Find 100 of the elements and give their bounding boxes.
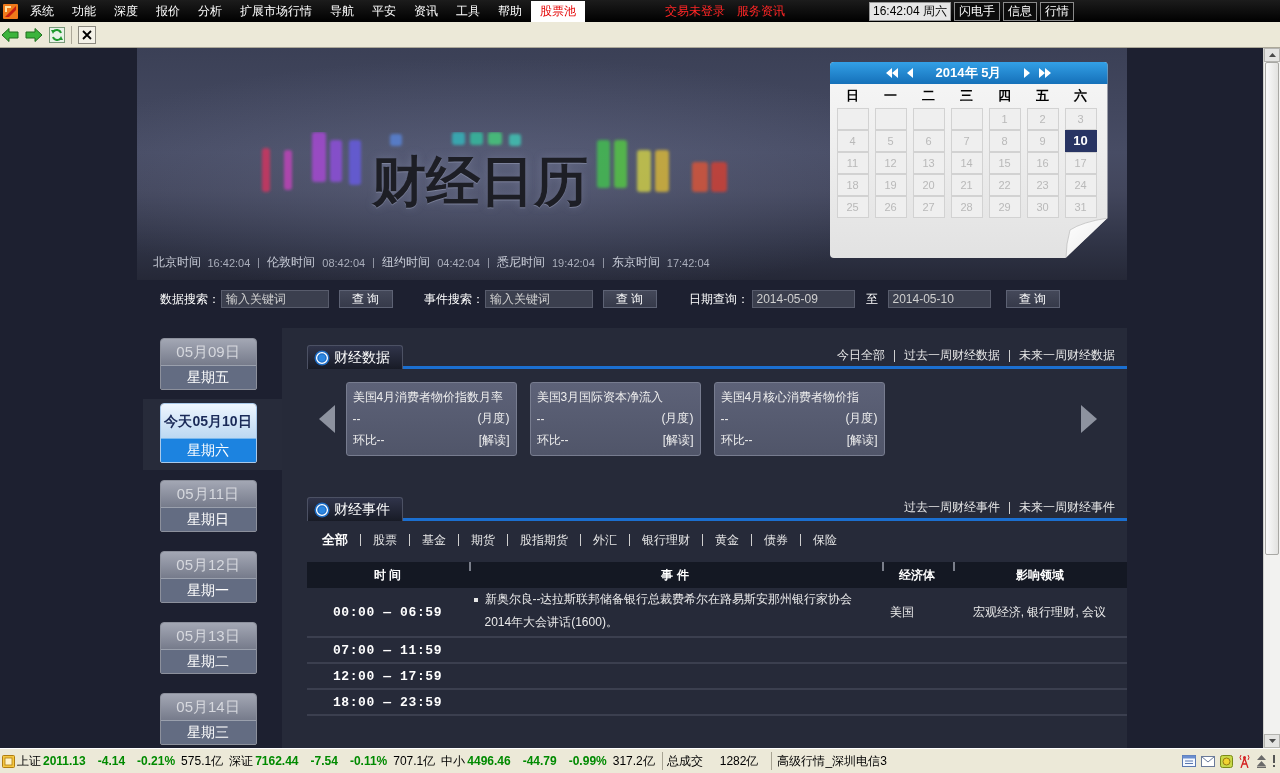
menu-item[interactable]: 股票池 <box>531 0 585 22</box>
menu-item[interactable]: 报价 <box>147 0 189 22</box>
impact-cell-text: 宏观经济, 银行理财, 会议 <box>971 603 1108 621</box>
search-field[interactable]: 输入关键词 <box>484 290 593 308</box>
filter-tab[interactable]: 股票 <box>372 531 397 549</box>
menu-bar-button[interactable]: 信息 <box>1003 1 1038 21</box>
range-separator: 至 <box>865 290 878 308</box>
alert-link[interactable]: 交易未登录 <box>665 2 725 20</box>
filter-tab[interactable]: 银行理财 <box>641 531 690 549</box>
day-tab[interactable]: 05月09日 星期五 <box>159 338 257 390</box>
card-period: (月度) <box>661 410 694 428</box>
double-right-icon[interactable] <box>1039 68 1052 78</box>
search-field[interactable]: 输入关键词 <box>220 290 329 308</box>
search-button[interactable]: 查 询 <box>338 290 393 308</box>
bullet-icon <box>473 598 478 602</box>
city-time: 19:42:04 <box>552 256 595 269</box>
filter-tab[interactable]: 基金 <box>421 531 446 549</box>
clock-display: 16:42:04 周六 <box>869 1 952 21</box>
header-link[interactable]: 未来一周财经数据 <box>1018 347 1115 364</box>
day-tab[interactable]: 05月14日 星期三 <box>159 693 257 745</box>
window-icon[interactable] <box>1182 755 1196 767</box>
date-field[interactable]: 2014-05-09 <box>751 290 855 308</box>
date-field[interactable]: 2014-05-10 <box>887 290 991 308</box>
day-tab[interactable]: 今天05月10日 星期六 <box>159 403 257 463</box>
day-tab[interactable]: 05月11日 星期日 <box>159 480 257 532</box>
card-value: -- <box>536 412 545 426</box>
total-label: 总成交 <box>666 752 703 770</box>
filter-tab[interactable]: 全部 <box>321 531 348 549</box>
forward-arrow-icon[interactable] <box>25 26 43 43</box>
index-change: -7.54 <box>310 754 338 768</box>
menu-item[interactable]: 平安 <box>363 0 405 22</box>
coin-icon[interactable] <box>1220 754 1233 768</box>
header-link[interactable]: 过去一周财经数据 <box>903 347 1000 364</box>
interpret-link[interactable]: [解读] <box>478 431 510 449</box>
card-value: -- <box>352 412 361 426</box>
close-button[interactable] <box>78 25 96 44</box>
time-cell-text: 00:00 — 06:59 <box>331 603 444 622</box>
index-volume: 317.2亿 <box>612 752 655 770</box>
panel-icon[interactable] <box>2 754 15 768</box>
left-arrow-icon[interactable] <box>317 405 336 433</box>
refresh-icon[interactable] <box>49 26 65 43</box>
alert-link[interactable]: 服务资讯 <box>737 2 785 20</box>
menu-bar-button[interactable]: 闪电手 <box>954 1 1001 21</box>
time-cell-text: 12:00 — 17:59 <box>331 667 444 686</box>
menu-item[interactable]: 资讯 <box>405 0 447 22</box>
menu-item[interactable]: 帮助 <box>489 0 531 22</box>
mail-icon[interactable] <box>1201 755 1215 767</box>
data-card[interactable]: 美国4月消费者物价指数月率 -- (月度) 环比-- [解读] <box>345 382 517 456</box>
city-time: 17:42:04 <box>666 256 710 269</box>
column-header: 经济体 <box>881 562 953 588</box>
search-button[interactable]: 查 询 <box>602 290 657 308</box>
exclamation-icon[interactable] <box>1272 755 1276 767</box>
caret-up-icon <box>1268 53 1276 57</box>
data-card[interactable]: 美国4月核心消费者物价指 -- (月度) 环比-- [解读] <box>713 382 885 456</box>
weekday-label: 五 <box>1035 87 1050 105</box>
weekday-label: 六 <box>1073 87 1088 105</box>
empty-day-cell <box>912 108 945 130</box>
interpret-link[interactable]: [解读] <box>846 431 878 449</box>
event-text: 新奥尔良--达拉斯联邦储备银行总裁费希尔在路易斯安那州银行家协会2014年大会讲话(1600)。 <box>484 591 854 631</box>
radio-icon <box>313 501 330 518</box>
day-tab[interactable]: 05月13日 星期二 <box>159 622 257 674</box>
scroll-down-button[interactable] <box>1264 734 1280 748</box>
search-button[interactable]: 查 询 <box>1005 290 1060 308</box>
data-card[interactable]: 美国3月国际资本净流入 -- (月度) 环比-- [解读] <box>529 382 701 456</box>
right-arrow-icon[interactable] <box>1079 405 1098 433</box>
city-label: 北京时间 <box>152 254 201 271</box>
menu-item[interactable]: 深度 <box>105 0 147 22</box>
menu-item[interactable]: 分析 <box>189 0 231 22</box>
filter-tab[interactable]: 股指期货 <box>519 531 568 549</box>
menu-item[interactable]: 导航 <box>321 0 363 22</box>
card-period: (月度) <box>477 410 510 428</box>
calendar-day[interactable]: 10 <box>1064 130 1097 152</box>
header-link[interactable]: 未来一周财经事件 <box>1018 499 1115 516</box>
day-tab[interactable]: 05月12日 星期一 <box>159 551 257 603</box>
interpret-link[interactable]: [解读] <box>662 431 694 449</box>
double-left-icon[interactable] <box>885 68 898 78</box>
double-up-arrow-icon[interactable] <box>1256 754 1267 768</box>
back-arrow-icon[interactable] <box>1 26 19 43</box>
menu-item[interactable]: 工具 <box>447 0 489 22</box>
filter-tab[interactable]: 保险 <box>812 531 837 549</box>
menu-item[interactable]: 功能 <box>63 0 105 22</box>
menu-item[interactable]: 系统 <box>21 0 63 22</box>
filter-tab[interactable]: 黄金 <box>714 531 739 549</box>
antenna-icon[interactable] <box>1238 754 1251 768</box>
header-link[interactable]: 今日全部 <box>836 347 885 364</box>
scroll-up-button[interactable] <box>1264 48 1280 62</box>
index-percent: -0.21% <box>137 754 176 768</box>
menu-bar-button[interactable]: 行情 <box>1040 1 1075 21</box>
server-name: 高级行情_深圳电信3 <box>777 752 887 770</box>
menu-item[interactable]: 扩展市场行情 <box>231 0 321 22</box>
scrollbar-thumb[interactable] <box>1265 62 1279 555</box>
filter-tab[interactable]: 期货 <box>470 531 495 549</box>
index-value: 7162.44 <box>255 754 299 768</box>
filter-tab[interactable]: 债券 <box>763 531 788 549</box>
index-name: 深证 <box>229 752 254 770</box>
index-percent: -0.11% <box>349 754 388 768</box>
header-link[interactable]: 过去一周财经事件 <box>903 499 1000 516</box>
filter-tab[interactable]: 外汇 <box>592 531 617 549</box>
caret-down-icon <box>1268 739 1276 743</box>
app-icon[interactable] <box>3 3 18 19</box>
